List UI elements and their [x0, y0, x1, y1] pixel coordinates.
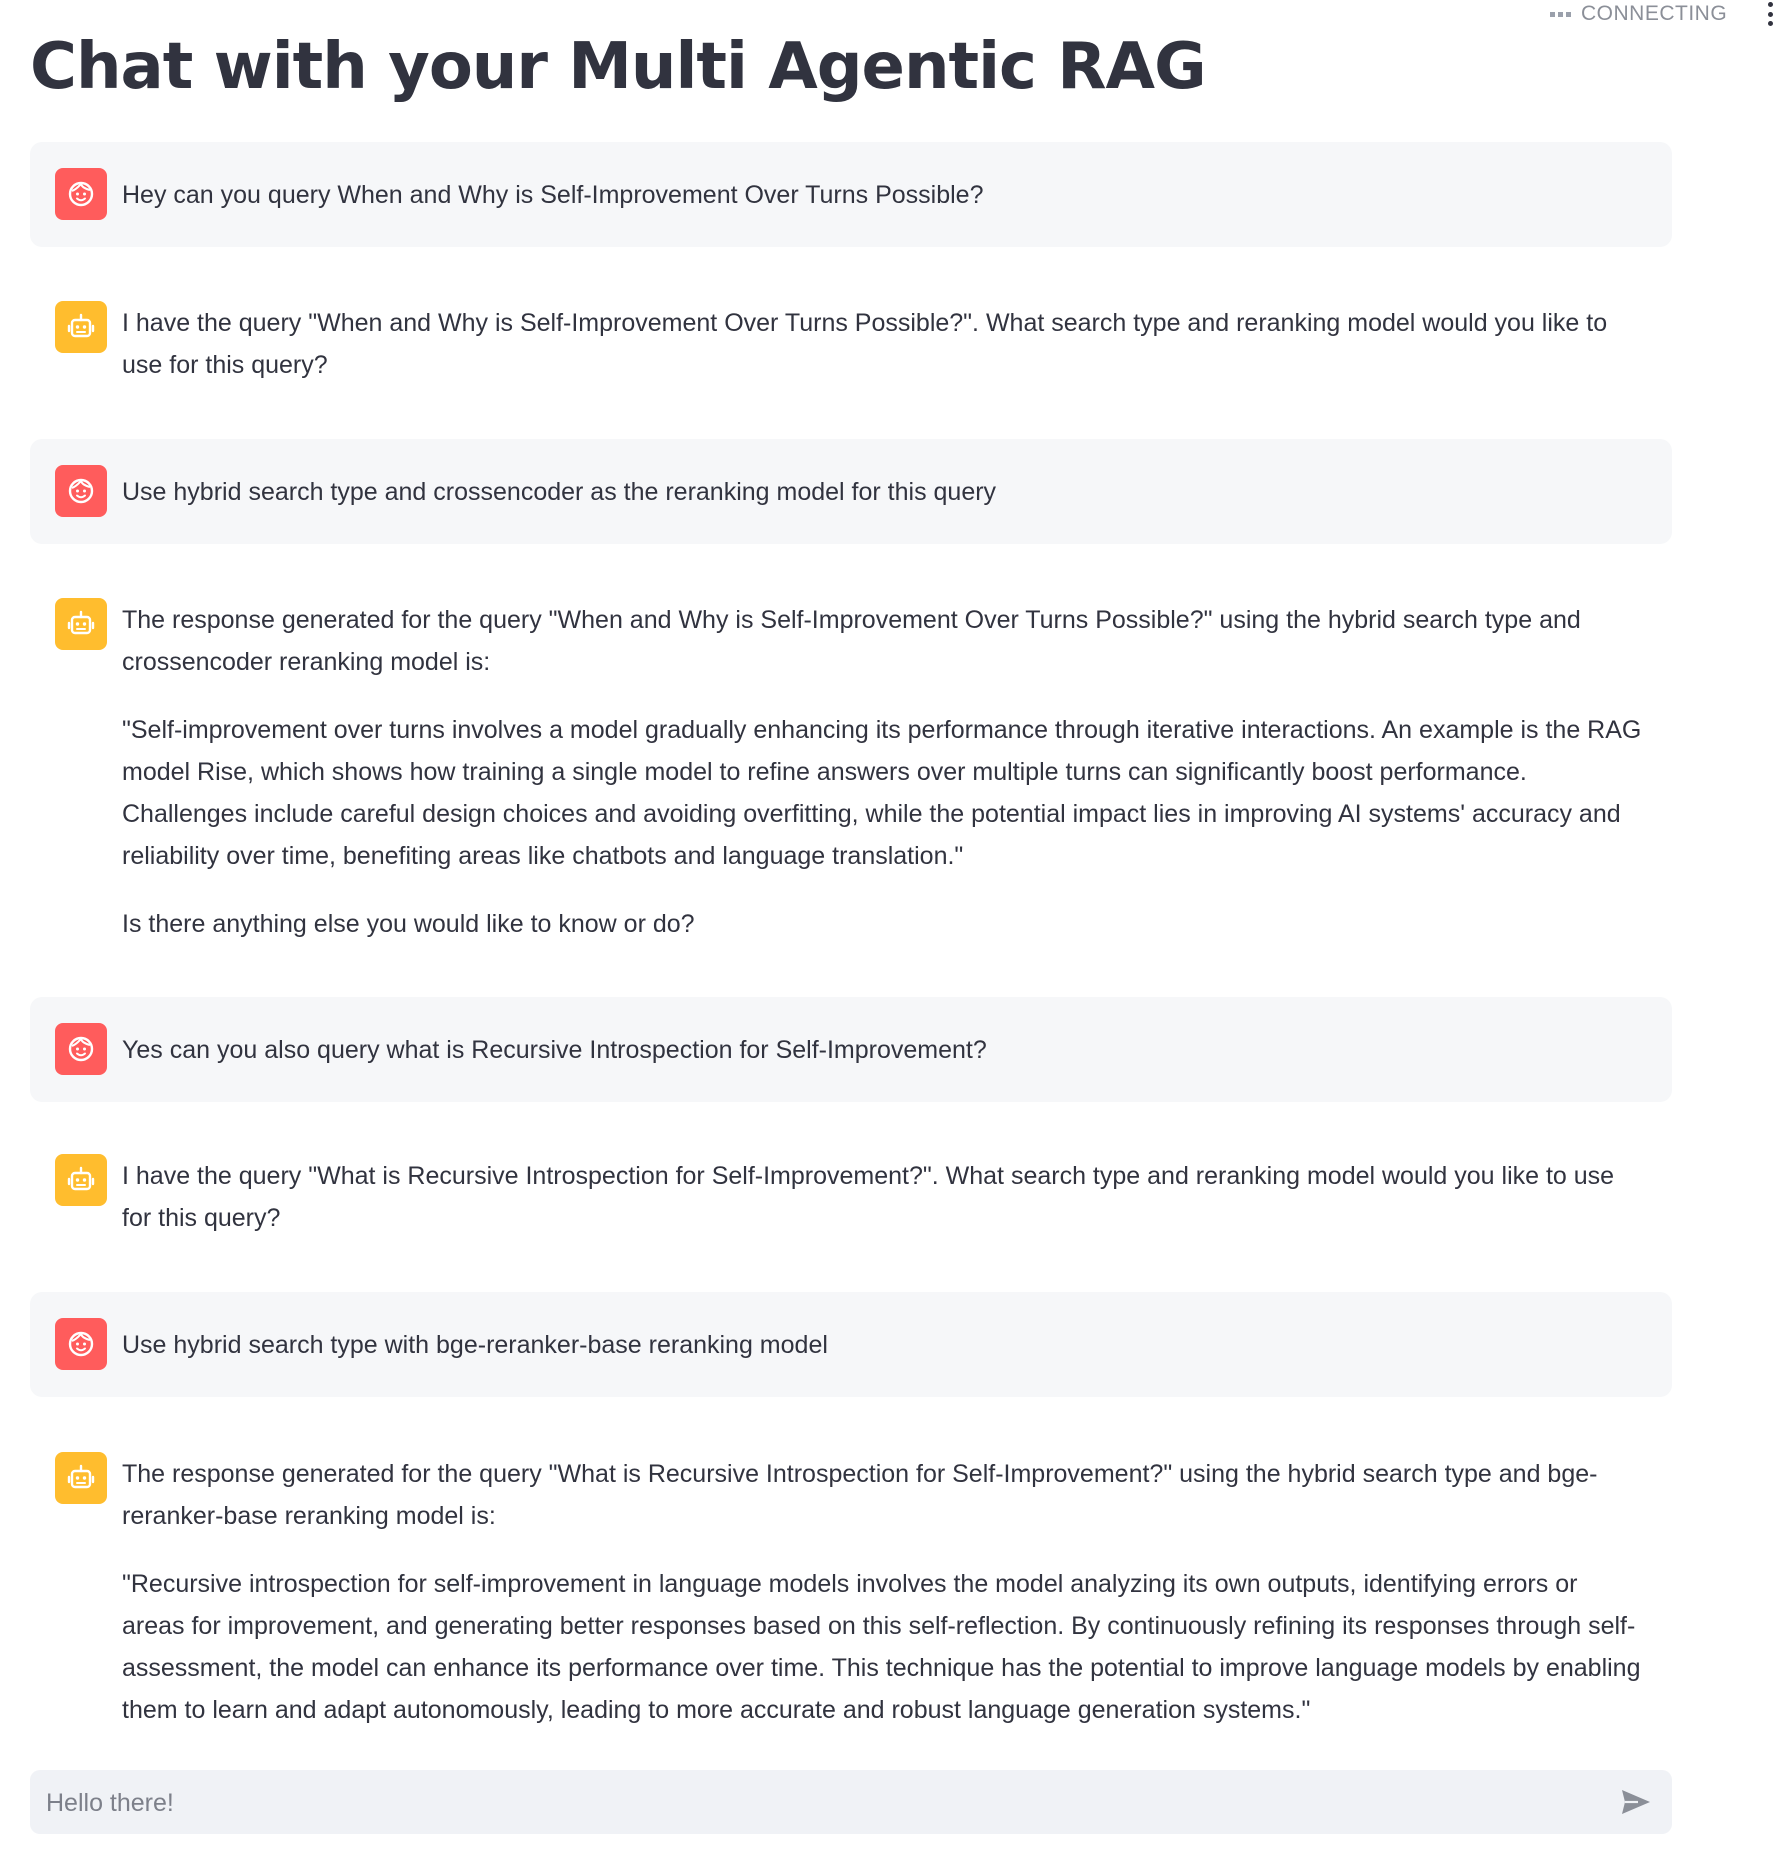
message-paragraph: Yes can you also query what is Recursive… [122, 1036, 987, 1064]
send-arrow-icon [1622, 1790, 1650, 1814]
smiley-face-icon [55, 465, 107, 517]
message-text: The response generated for the query "Wh… [122, 572, 1646, 945]
assistant-message: I have the query "What is Recursive Intr… [30, 1128, 1672, 1258]
message-text: I have the query "What is Recursive Intr… [122, 1128, 1646, 1239]
connecting-dots-icon [1550, 11, 1571, 17]
assistant-message: The response generated for the query "Wh… [30, 1426, 1672, 1746]
robot-icon [55, 1154, 107, 1206]
assistant-message: I have the query "When and Why is Self-I… [30, 275, 1672, 405]
message-paragraph: The response generated for the query "Wh… [122, 1460, 1598, 1530]
message-text: Use hybrid search type and crossencoder … [122, 439, 1646, 513]
message-paragraph: The response generated for the query "Wh… [122, 606, 1581, 676]
smiley-face-icon [55, 1318, 107, 1370]
message-text: Yes can you also query what is Recursive… [122, 997, 1646, 1071]
user-message: Use hybrid search type and crossencoder … [30, 439, 1672, 544]
message-text: The response generated for the query "Wh… [122, 1426, 1646, 1731]
smiley-face-icon [55, 1023, 107, 1075]
message-text: I have the query "When and Why is Self-I… [122, 275, 1646, 386]
message-text: Use hybrid search type with bge-reranker… [122, 1292, 1646, 1366]
user-message: Hey can you query When and Why is Self-I… [30, 142, 1672, 247]
send-button[interactable] [1618, 1784, 1654, 1820]
message-paragraph: I have the query "What is Recursive Intr… [122, 1162, 1615, 1232]
robot-icon [55, 301, 107, 353]
assistant-message: The response generated for the query "Wh… [30, 572, 1672, 962]
chat-input-container [30, 1770, 1672, 1836]
status-text: CONNECTING [1581, 2, 1728, 25]
message-paragraph: "Self-improvement over turns involves a … [122, 716, 1642, 870]
smiley-face-icon [55, 168, 107, 220]
kebab-menu-icon[interactable] [1766, 2, 1774, 26]
message-paragraph: Use hybrid search type with bge-reranker… [122, 1331, 828, 1359]
connection-status: CONNECTING [1550, 0, 1727, 28]
message-paragraph: Use hybrid search type and crossencoder … [122, 478, 997, 506]
message-text: Hey can you query When and Why is Self-I… [122, 142, 1646, 216]
message-paragraph: "Recursive introspection for self-improv… [122, 1570, 1641, 1724]
message-paragraph: Is there anything else you would like to… [122, 910, 695, 938]
user-message: Use hybrid search type with bge-reranker… [30, 1292, 1672, 1397]
user-message: Yes can you also query what is Recursive… [30, 997, 1672, 1102]
chat-input[interactable] [44, 1770, 1588, 1836]
robot-icon [55, 598, 107, 650]
message-paragraph: Hey can you query When and Why is Self-I… [122, 181, 984, 209]
page-title: Chat with your Multi Agentic RAG [30, 30, 1207, 104]
robot-icon [55, 1452, 107, 1504]
message-paragraph: I have the query "When and Why is Self-I… [122, 309, 1608, 379]
